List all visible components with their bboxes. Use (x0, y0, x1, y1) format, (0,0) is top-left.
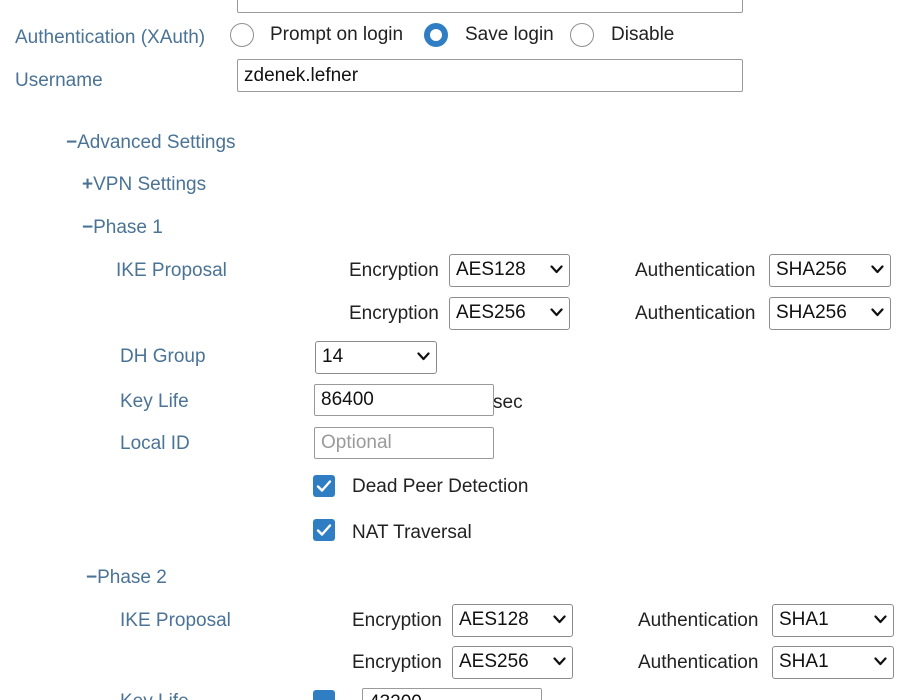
checkmark-icon (316, 524, 332, 536)
phase2-toggle[interactable]: −Phase 2 (86, 566, 167, 590)
phase2-label: Phase 2 (97, 567, 167, 588)
chevron-down-icon (874, 657, 887, 666)
radio-prompt-on-login[interactable] (230, 23, 254, 47)
local-id-label: Local ID (120, 433, 190, 454)
chevron-down-icon (550, 265, 563, 274)
vpn-settings-toggle[interactable]: +VPN Settings (82, 173, 206, 197)
phase1-authentication-label: Authentication (635, 260, 756, 281)
phase1-encryption-select-1[interactable]: AES128 (449, 254, 570, 287)
chevron-down-icon (871, 308, 884, 317)
phase2-encryption-label: Encryption (352, 652, 442, 673)
phase2-key-life-input[interactable] (362, 688, 542, 700)
auth-label: Authentication (XAuth) (15, 27, 206, 48)
phase2-authentication-select-2[interactable]: SHA1 (772, 646, 894, 679)
dh-group-select[interactable]: 14 (315, 341, 437, 374)
dh-group-label: DH Group (120, 346, 206, 367)
phase1-label: Phase 1 (93, 217, 163, 238)
phase1-ike-proposal-label: IKE Proposal (116, 260, 227, 281)
select-value: AES128 (459, 609, 529, 630)
nat-traversal-label[interactable]: NAT Traversal (352, 521, 472, 545)
local-id-input[interactable] (314, 427, 494, 459)
chevron-down-icon (871, 265, 884, 274)
radio-disable-label[interactable]: Disable (611, 23, 674, 47)
chevron-down-icon (417, 352, 430, 361)
expand-icon: + (82, 174, 94, 195)
username-label: Username (15, 70, 103, 91)
phase2-authentication-label: Authentication (638, 652, 759, 673)
phase2-key-life-label: Key Life (120, 690, 189, 700)
select-value: AES256 (456, 302, 526, 323)
phase2-authentication-label: Authentication (638, 610, 759, 631)
key-life-unit: sec (493, 392, 523, 413)
advanced-settings-label: Advanced Settings (77, 132, 236, 153)
phase1-toggle[interactable]: −Phase 1 (82, 216, 163, 240)
select-value: SHA1 (779, 609, 829, 630)
select-value: SHA1 (779, 651, 829, 672)
radio-save-login-label[interactable]: Save login (465, 23, 554, 47)
chevron-down-icon (553, 615, 566, 624)
collapse-icon: − (86, 567, 98, 588)
select-value: SHA256 (776, 259, 847, 280)
previous-field-input[interactable] (237, 0, 743, 13)
phase1-encryption-select-2[interactable]: AES256 (449, 297, 570, 330)
phase2-ike-proposal-label: IKE Proposal (120, 610, 231, 631)
phase2-encryption-select-2[interactable]: AES256 (452, 646, 573, 679)
radio-prompt-on-login-label[interactable]: Prompt on login (270, 23, 403, 47)
chevron-down-icon (874, 615, 887, 624)
chevron-down-icon (550, 308, 563, 317)
phase1-authentication-label: Authentication (635, 303, 756, 324)
checkmark-icon (316, 480, 332, 492)
phase2-key-life-checkbox[interactable] (313, 690, 335, 700)
phase1-encryption-label: Encryption (349, 260, 439, 281)
select-value: AES256 (459, 651, 529, 672)
phase1-authentication-select-2[interactable]: SHA256 (769, 297, 891, 330)
phase1-encryption-label: Encryption (349, 303, 439, 324)
vpn-settings-label: VPN Settings (93, 174, 207, 195)
dead-peer-detection-checkbox[interactable] (313, 475, 335, 497)
select-value: SHA256 (776, 302, 847, 323)
radio-disable[interactable] (570, 23, 594, 47)
chevron-down-icon (553, 657, 566, 666)
advanced-settings-toggle[interactable]: −Advanced Settings (66, 131, 236, 155)
username-input[interactable] (237, 59, 743, 92)
collapse-icon: − (66, 132, 78, 153)
phase1-authentication-select-1[interactable]: SHA256 (769, 254, 891, 287)
phase1-key-life-label: Key Life (120, 391, 189, 412)
phase2-encryption-select-1[interactable]: AES128 (452, 604, 573, 637)
collapse-icon: − (82, 217, 94, 238)
phase2-encryption-label: Encryption (352, 610, 442, 631)
radio-save-login[interactable] (424, 23, 448, 47)
dead-peer-detection-label[interactable]: Dead Peer Detection (352, 475, 528, 499)
phase2-authentication-select-1[interactable]: SHA1 (772, 604, 894, 637)
select-value: 14 (322, 346, 344, 367)
nat-traversal-checkbox[interactable] (313, 519, 335, 541)
phase1-key-life-input[interactable] (314, 384, 494, 416)
select-value: AES128 (456, 259, 526, 280)
